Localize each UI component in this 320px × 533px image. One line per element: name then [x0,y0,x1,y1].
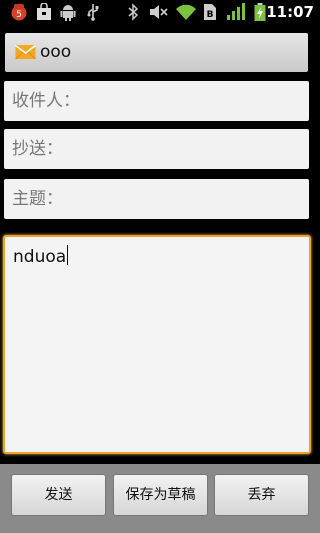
save-draft-button[interactable]: 保存为草稿 [113,474,208,516]
usb-icon [87,4,99,21]
svg-text:B: B [207,10,214,20]
message-body-content: nduoa [13,245,69,268]
android-icon [60,5,76,21]
bluetooth-icon [128,3,139,21]
to-field[interactable]: 收件人： [4,81,309,121]
message-body-text: nduoa [13,247,67,267]
status-time: 11:07 [266,3,314,21]
action-bar: 发送 保存为草稿 丢弃 [0,464,320,533]
notification-badge: 5 [16,10,22,20]
cc-field[interactable]: 抄送： [4,129,309,169]
mail-icon [15,44,36,60]
text-cursor [67,245,69,265]
message-body-input[interactable]: nduoa [3,235,311,454]
signal-icon [227,3,245,20]
notification-app-icon: 5 [11,4,27,21]
sim-icon: B [204,4,216,20]
title-bar: ooo [5,33,308,72]
send-button[interactable]: 发送 [11,474,106,516]
to-label: 收件人： [12,91,80,111]
subject-field[interactable]: 主题： [4,179,309,219]
subject-label: 主题： [12,189,63,209]
cc-label: 抄送： [12,139,63,159]
wifi-icon [176,4,196,20]
battery-icon [254,3,266,21]
shopping-bag-icon [37,3,51,20]
status-bar: 5 B 11:07 [0,0,320,25]
page-title: ooo [40,42,72,62]
mute-icon [150,5,168,19]
discard-button[interactable]: 丢弃 [214,474,309,516]
